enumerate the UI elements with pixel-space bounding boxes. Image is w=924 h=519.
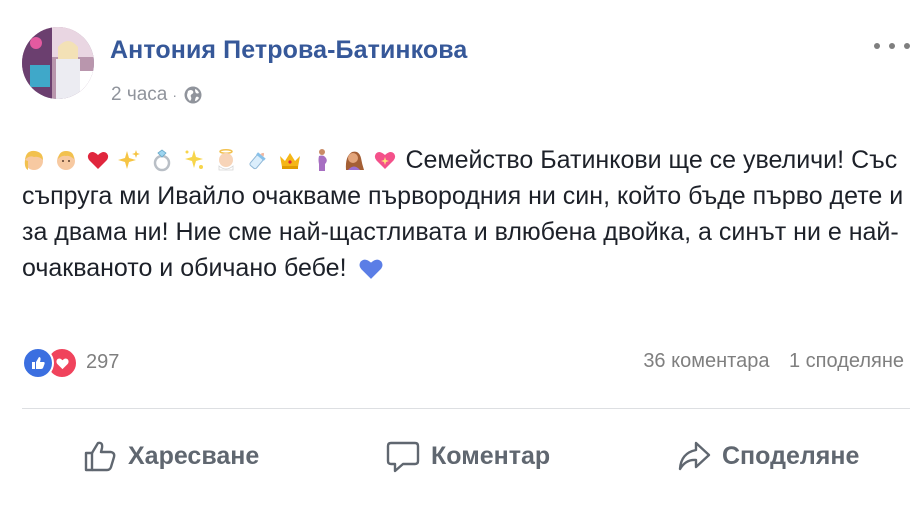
share-button-label: Споделяне — [722, 441, 860, 470]
avatar[interactable] — [22, 27, 94, 99]
share-button[interactable]: Споделяне — [676, 438, 859, 474]
reaction-icons — [22, 347, 78, 379]
thumbs-up-icon — [84, 441, 116, 472]
more-options-icon[interactable] — [874, 38, 910, 54]
emoji-row — [22, 146, 405, 174]
sparkling-heart-icon — [373, 148, 397, 172]
dizzy-sparkle-icon — [182, 148, 206, 172]
post-text: Семейство Батинкови ще се увеличи! Със с… — [22, 142, 917, 286]
blue-heart-icon — [358, 254, 384, 279]
woman-blond-icon — [22, 148, 46, 172]
sparkles-icon — [117, 148, 142, 172]
avatar-image — [22, 27, 94, 99]
comment-button-label: Коментар — [431, 441, 551, 470]
comment-button[interactable]: Коментар — [385, 438, 550, 474]
baby-angel-icon — [214, 148, 238, 172]
share-icon — [678, 441, 711, 471]
reaction-summary[interactable]: 297 — [22, 347, 120, 379]
comments-count[interactable]: 36 коментара — [643, 350, 769, 372]
red-heart-icon — [86, 148, 110, 172]
post-stats: 36 коментара 1 споделяне — [643, 350, 904, 373]
shares-count[interactable]: 1 споделяне — [789, 350, 904, 372]
facebook-post: Антония Петрова-Батинкова 2 часа · Семей… — [0, 0, 924, 519]
reaction-count: 297 — [86, 350, 120, 373]
ring-icon — [150, 148, 174, 172]
divider — [22, 408, 910, 409]
globe-icon[interactable] — [183, 85, 203, 105]
comment-icon — [386, 441, 420, 473]
like-button-label: Харесване — [128, 441, 260, 470]
woman-hair-icon — [342, 148, 366, 172]
like-button[interactable]: Харесване — [82, 438, 259, 474]
man-blond-icon — [54, 148, 78, 172]
post-text-line1: Семейство Батинкови ще се увеличи! — [405, 146, 845, 174]
pregnant-woman-icon — [310, 148, 334, 172]
post-meta: 2 часа · — [111, 84, 203, 106]
meta-separator: · — [172, 87, 178, 103]
post-time[interactable]: 2 часа — [111, 84, 167, 106]
baby-bottle-icon — [246, 148, 270, 172]
author-name[interactable]: Антония Петрова-Батинкова — [110, 36, 467, 65]
action-bar: Харесване Коментар Споделяне — [0, 430, 924, 490]
like-icon — [22, 347, 54, 379]
crown-icon — [278, 148, 302, 172]
